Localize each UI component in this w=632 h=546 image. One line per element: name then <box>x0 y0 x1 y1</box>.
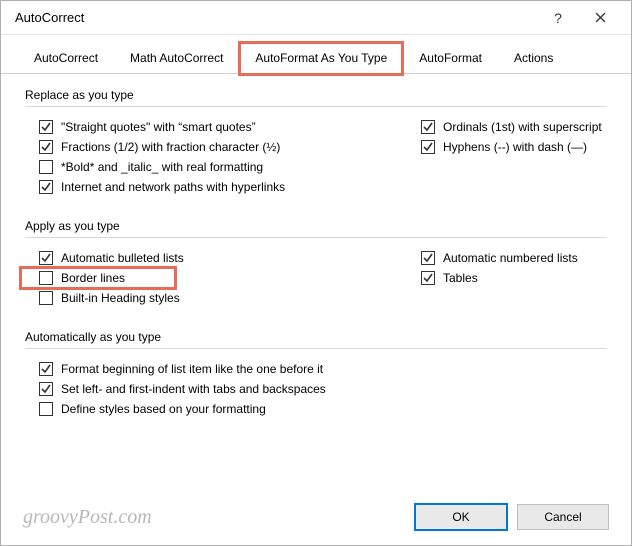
auto-options: Format beginning of list item like the o… <box>25 359 607 419</box>
divider <box>25 348 607 349</box>
tab-math-autocorrect[interactable]: Math AutoCorrect <box>115 43 238 73</box>
tab-actions[interactable]: Actions <box>499 43 568 73</box>
titlebar: AutoCorrect ? <box>1 1 631 35</box>
section-replace-title: Replace as you type <box>25 88 607 102</box>
replace-option-checkbox[interactable] <box>421 140 435 154</box>
apply-option-label[interactable]: Tables <box>443 271 478 285</box>
close-button[interactable] <box>579 1 621 35</box>
replace-option-checkbox[interactable] <box>421 120 435 134</box>
replace-option-label[interactable]: Fractions (1/2) with fraction character … <box>61 140 280 154</box>
dialog-buttons: OK Cancel <box>415 504 609 530</box>
autocorrect-dialog: AutoCorrect ? AutoCorrectMath AutoCorrec… <box>0 0 632 546</box>
dialog-footer: groovyPost.com OK Cancel <box>1 495 631 545</box>
auto-option-checkbox[interactable] <box>39 382 53 396</box>
tab-panel-autoformat-as-you-type: Replace as you type "Straight quotes" wi… <box>1 74 631 495</box>
tab-autocorrect[interactable]: AutoCorrect <box>19 43 113 73</box>
apply-option-label[interactable]: Border lines <box>61 271 125 285</box>
ok-button[interactable]: OK <box>415 504 507 530</box>
auto-option-row: Format beginning of list item like the o… <box>25 359 607 379</box>
apply-option-row: Tables <box>407 268 607 288</box>
section-auto-title: Automatically as you type <box>25 330 607 344</box>
section-apply-title: Apply as you type <box>25 219 607 233</box>
divider <box>25 106 607 107</box>
check-icon <box>41 142 51 152</box>
check-icon <box>41 364 51 374</box>
check-icon <box>41 122 51 132</box>
apply-option-checkbox[interactable] <box>421 251 435 265</box>
replace-option-label[interactable]: Ordinals (1st) with superscript <box>443 120 602 134</box>
tab-autoformat[interactable]: AutoFormat <box>404 43 497 73</box>
replace-option-row: "Straight quotes" with “smart quotes” <box>25 117 377 137</box>
apply-option-row: Built-in Heading styles <box>25 288 377 308</box>
close-icon <box>595 12 606 23</box>
replace-option-row: Internet and network paths with hyperlin… <box>25 177 377 197</box>
replace-option-checkbox[interactable] <box>39 140 53 154</box>
replace-option-checkbox[interactable] <box>39 180 53 194</box>
check-icon <box>41 182 51 192</box>
auto-option-label[interactable]: Define styles based on your formatting <box>61 402 266 416</box>
auto-option-label[interactable]: Format beginning of list item like the o… <box>61 362 323 376</box>
watermark-text: groovyPost.com <box>23 506 152 529</box>
replace-option-label[interactable]: *Bold* and _italic_ with real formatting <box>61 160 263 174</box>
tab-autoformat-as-you-type[interactable]: AutoFormat As You Type <box>240 43 402 74</box>
replace-option-row: *Bold* and _italic_ with real formatting <box>25 157 377 177</box>
tab-strip: AutoCorrectMath AutoCorrectAutoFormat As… <box>1 35 631 74</box>
cancel-button[interactable]: Cancel <box>517 504 609 530</box>
apply-option-row: Border lines <box>21 268 175 288</box>
apply-option-checkbox[interactable] <box>39 291 53 305</box>
replace-option-checkbox[interactable] <box>39 160 53 174</box>
check-icon <box>423 122 433 132</box>
replace-option-checkbox[interactable] <box>39 120 53 134</box>
replace-option-label[interactable]: "Straight quotes" with “smart quotes” <box>61 120 256 134</box>
apply-option-row: Automatic numbered lists <box>407 248 607 268</box>
auto-option-row: Define styles based on your formatting <box>25 399 607 419</box>
apply-option-row: Automatic bulleted lists <box>25 248 377 268</box>
apply-option-label[interactable]: Built-in Heading styles <box>61 291 180 305</box>
check-icon <box>41 384 51 394</box>
check-icon <box>423 142 433 152</box>
apply-option-label[interactable]: Automatic numbered lists <box>443 251 578 265</box>
auto-option-label[interactable]: Set left- and first-indent with tabs and… <box>61 382 326 396</box>
replace-option-row: Fractions (1/2) with fraction character … <box>25 137 377 157</box>
check-icon <box>423 253 433 263</box>
window-title: AutoCorrect <box>15 10 537 25</box>
auto-option-checkbox[interactable] <box>39 402 53 416</box>
auto-option-row: Set left- and first-indent with tabs and… <box>25 379 607 399</box>
apply-option-checkbox[interactable] <box>39 271 53 285</box>
apply-options: Automatic bulleted lists Border lines Buil… <box>25 248 607 308</box>
replace-option-label[interactable]: Hyphens (--) with dash (—) <box>443 140 587 154</box>
check-icon <box>423 273 433 283</box>
replace-option-label[interactable]: Internet and network paths with hyperlin… <box>61 180 285 194</box>
replace-options: "Straight quotes" with “smart quotes” Fra… <box>25 117 607 197</box>
replace-option-row: Ordinals (1st) with superscript <box>407 117 607 137</box>
check-icon <box>41 253 51 263</box>
apply-option-checkbox[interactable] <box>421 271 435 285</box>
replace-option-row: Hyphens (--) with dash (—) <box>407 137 607 157</box>
auto-option-checkbox[interactable] <box>39 362 53 376</box>
apply-option-label[interactable]: Automatic bulleted lists <box>61 251 184 265</box>
help-button[interactable]: ? <box>537 1 579 35</box>
divider <box>25 237 607 238</box>
apply-option-checkbox[interactable] <box>39 251 53 265</box>
